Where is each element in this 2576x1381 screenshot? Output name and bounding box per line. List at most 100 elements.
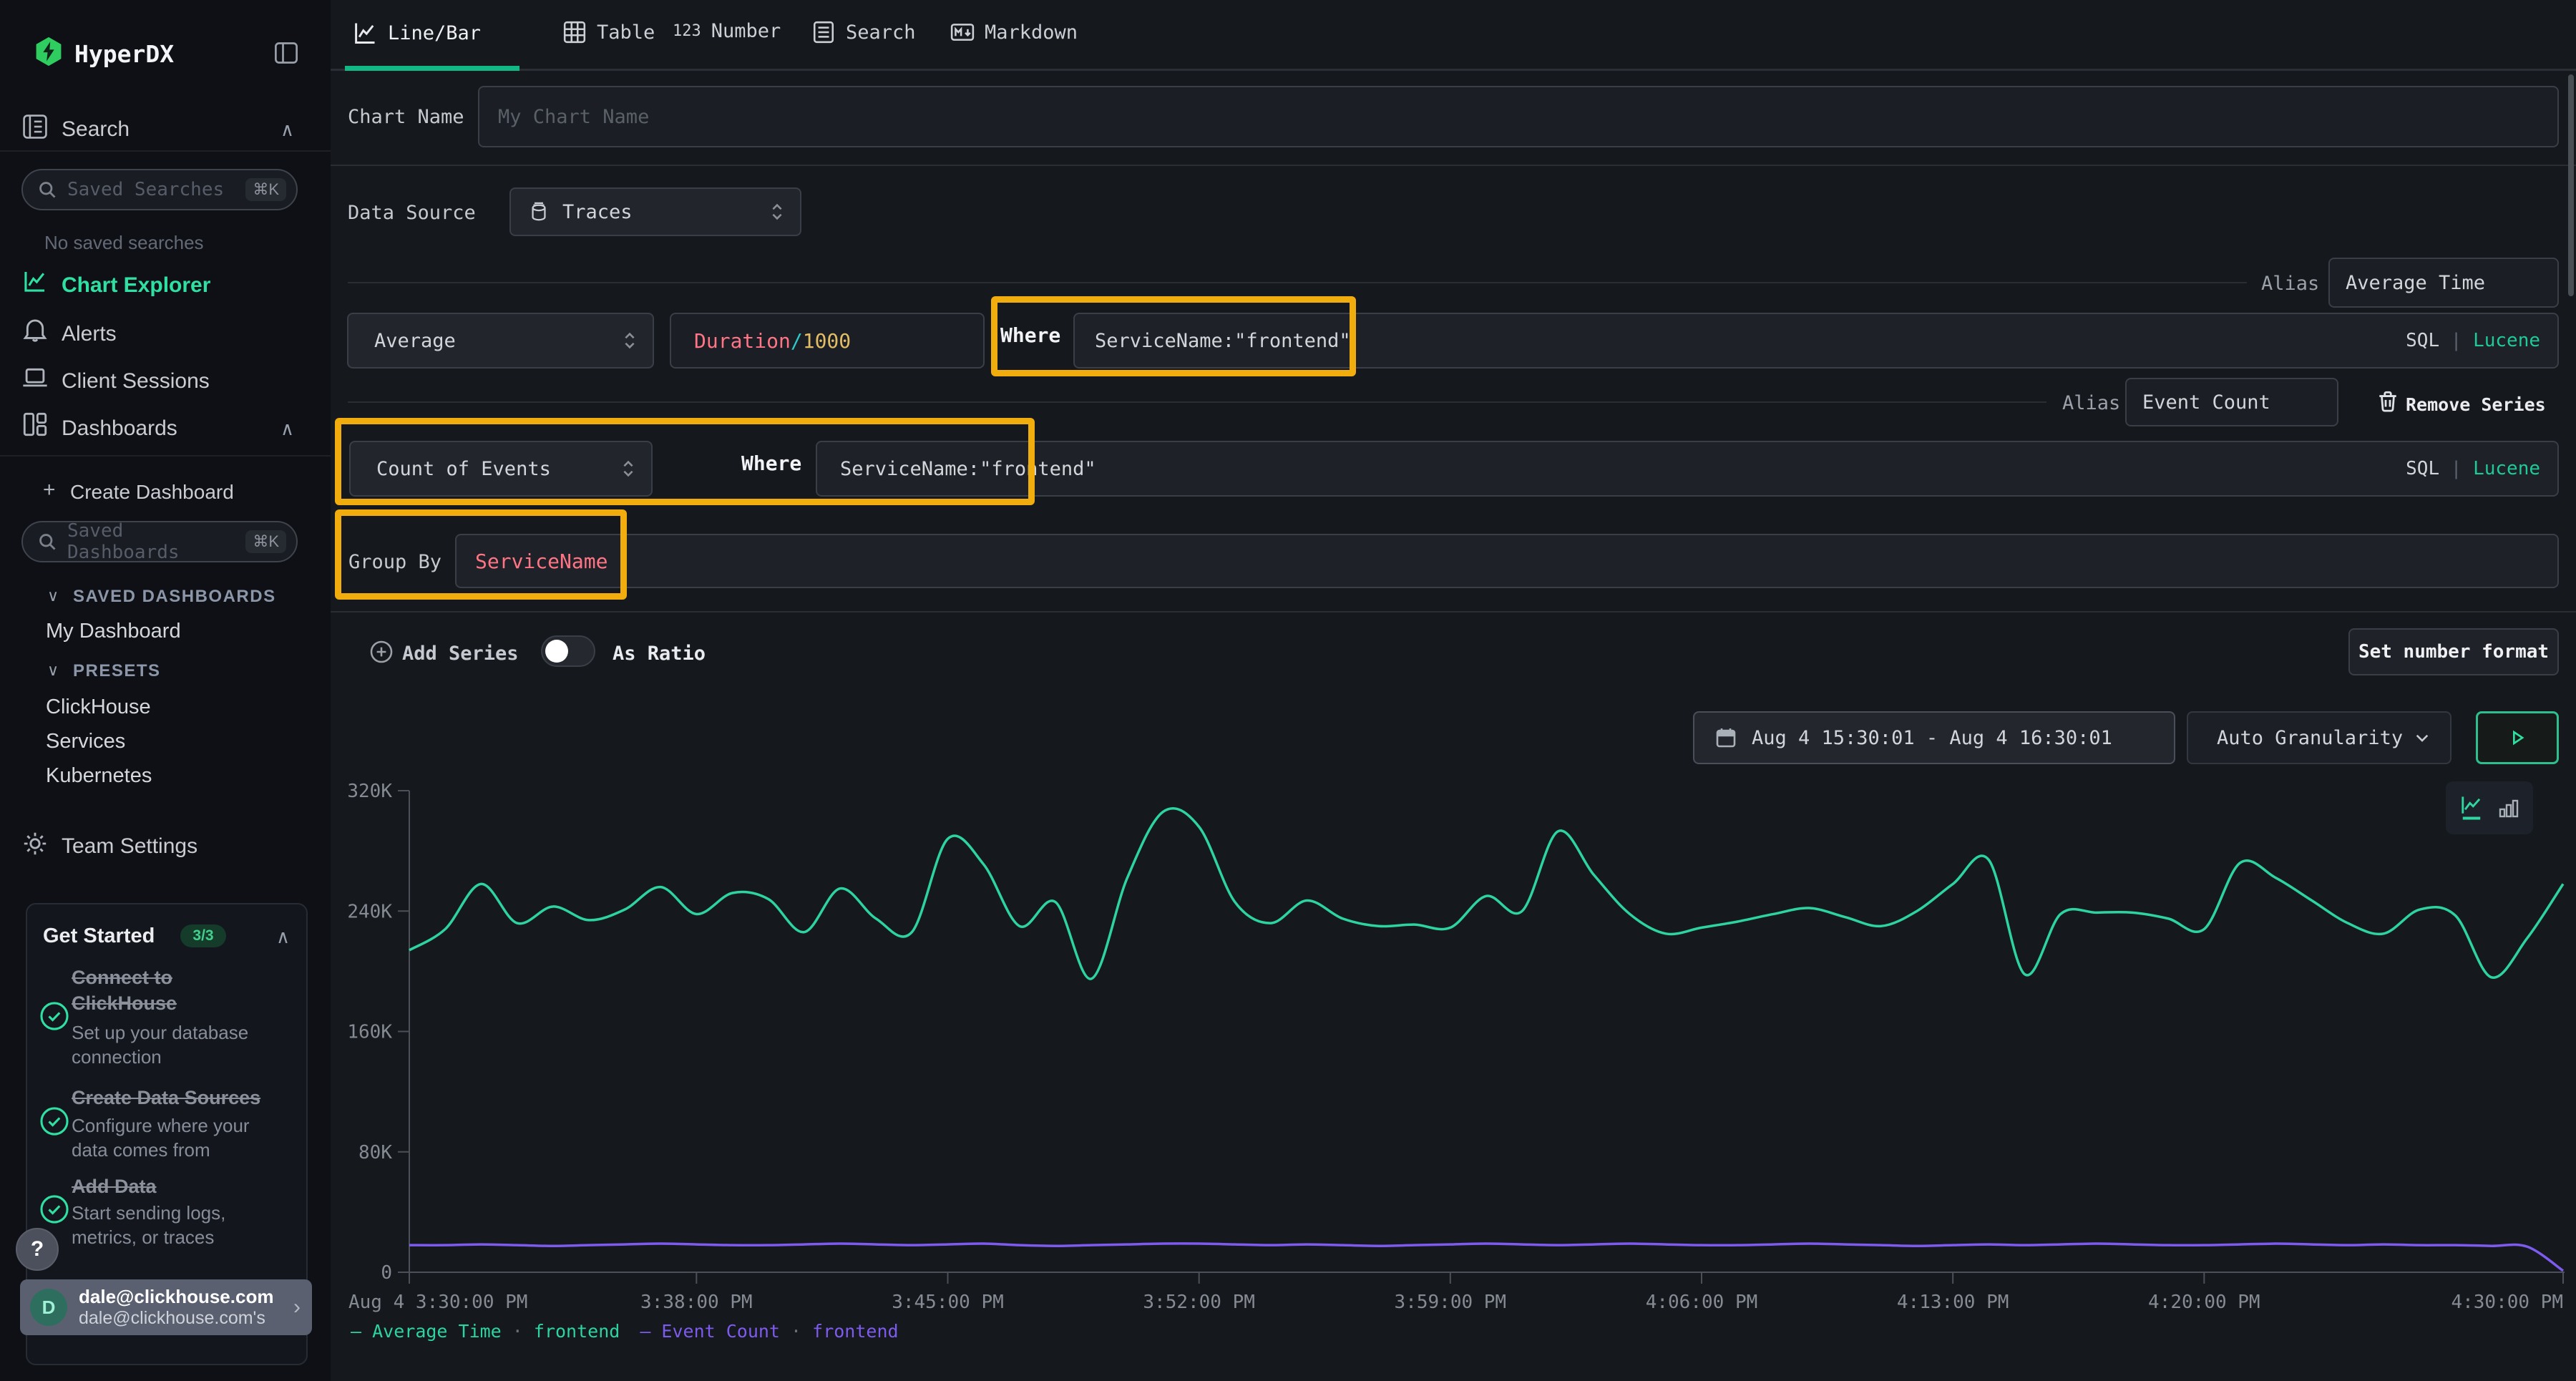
svg-text:4:30:00 PM: 4:30:00 PM (2451, 1292, 2563, 1313)
sidebar-item-client-sessions[interactable]: Client Sessions (62, 369, 210, 394)
gear-icon (21, 830, 49, 857)
chevron-updown-icon (621, 330, 638, 351)
svg-text:4:20:00 PM: 4:20:00 PM (2148, 1292, 2260, 1313)
number-123-icon: 123 (673, 22, 701, 40)
create-dashboard-button[interactable]: Create Dashboard (70, 481, 234, 504)
series1-aggregation-select[interactable]: Average (347, 313, 654, 369)
series2-aggregation-select[interactable]: Count of Events (349, 441, 653, 497)
check-circle-icon (39, 1000, 70, 1032)
svg-text:240K: 240K (347, 901, 392, 922)
get-started-title: Get Started (43, 924, 155, 948)
svg-text:Aug 4 3:30:00 PM: Aug 4 3:30:00 PM (348, 1292, 527, 1313)
chevron-up-icon[interactable]: ∧ (280, 119, 294, 141)
divider (0, 150, 331, 152)
chart-name-input[interactable]: My Chart Name (478, 86, 2559, 147)
divider (348, 282, 2247, 283)
series1-where-input[interactable]: ServiceName:"frontend" SQL | Lucene (1073, 313, 2559, 369)
markdown-icon (950, 20, 975, 44)
run-query-button[interactable] (2476, 711, 2559, 764)
check-circle-icon (39, 1194, 70, 1225)
svg-text:160K: 160K (347, 1022, 392, 1043)
tab-markdown[interactable]: Markdown (950, 20, 1078, 44)
sidebar-item-dashboards[interactable]: Dashboards (62, 416, 177, 441)
data-source-label: Data Source (348, 202, 476, 224)
series1-aggregation-value: Average (374, 330, 456, 352)
search-icon (37, 180, 57, 200)
series1-field-input[interactable]: Duration/1000 (670, 313, 985, 369)
app: HyperDX Search ∧ Saved Searches ⌘K No sa… (0, 0, 2576, 1381)
collapse-sidebar-icon[interactable] (273, 40, 299, 66)
sidebar-item-team-settings[interactable]: Team Settings (62, 834, 197, 859)
chevron-down-icon[interactable]: ∨ (47, 587, 59, 605)
set-number-format-button[interactable]: Set number format (2348, 628, 2559, 675)
shortcut-badge: ⌘K (245, 530, 286, 553)
tab-search[interactable]: Search (811, 20, 916, 44)
avatar: D (30, 1289, 67, 1326)
user-menu[interactable]: D dale@clickhouse.com dale@clickhouse.co… (20, 1279, 312, 1335)
bar-chart-icon[interactable] (2497, 796, 2520, 820)
dashboards-icon (21, 411, 49, 438)
help-label: ? (31, 1237, 44, 1262)
tab-label: Line/Bar (388, 22, 481, 44)
tab-number[interactable]: 123 Number (673, 20, 781, 42)
sidebar-item-chart-explorer[interactable]: Chart Explorer (62, 273, 210, 298)
sidebar-item-my-dashboard[interactable]: My Dashboard (46, 620, 181, 643)
plus-circle-icon[interactable] (369, 640, 394, 664)
series1-where-value: ServiceName:"frontend" (1095, 330, 1351, 352)
sidebar-item-search[interactable]: Search (62, 117, 130, 142)
brand-title: HyperDX (74, 40, 174, 68)
granularity-select[interactable]: Auto Granularity (2187, 711, 2451, 764)
svg-text:4:06:00 PM: 4:06:00 PM (1646, 1292, 1758, 1313)
series1-language-toggle[interactable]: SQL | Lucene (2406, 330, 2540, 351)
chevron-up-icon[interactable]: ∧ (276, 926, 290, 948)
series1-alias-value: Average Time (2346, 272, 2485, 294)
search-icon (37, 532, 57, 552)
get-started-badge: 3/3 (180, 924, 226, 947)
chevron-down-icon[interactable]: ∨ (47, 661, 59, 680)
play-icon (2507, 727, 2528, 748)
svg-text:3:38:00 PM: 3:38:00 PM (640, 1292, 753, 1313)
divider (348, 401, 2046, 403)
saved-dashboards-input[interactable]: Saved Dashboards ⌘K (21, 521, 298, 562)
database-icon (528, 201, 550, 223)
date-range-input[interactable]: Aug 4 15:30:01 - Aug 4 16:30:01 (1693, 711, 2175, 764)
granularity-value: Auto Granularity (2217, 727, 2403, 749)
tab-line-bar[interactable]: Line/Bar (352, 20, 481, 46)
svg-text:0: 0 (381, 1262, 392, 1284)
data-source-select[interactable]: Traces (509, 187, 801, 236)
trash-icon[interactable] (2376, 389, 2400, 414)
scrollbar-thumb[interactable] (2568, 74, 2574, 296)
sidebar-item-clickhouse[interactable]: ClickHouse (46, 696, 151, 719)
line-chart-icon (352, 20, 378, 46)
legend-item[interactable]: — Event Count · frontend (640, 1321, 898, 1342)
laptop-icon (21, 363, 49, 391)
sidebar-item-services[interactable]: Services (46, 730, 125, 753)
group-by-input[interactable]: ServiceName (455, 534, 2559, 588)
legend-item[interactable]: — Average Time · frontend (351, 1321, 620, 1342)
presets-header: PRESETS (73, 661, 161, 681)
add-series-button[interactable]: Add Series (402, 643, 519, 665)
tab-table[interactable]: Table (562, 20, 655, 44)
chevron-up-icon[interactable]: ∧ (280, 418, 294, 440)
saved-searches-input[interactable]: Saved Searches ⌘K (21, 169, 298, 210)
series1-alias-input[interactable]: Average Time (2328, 258, 2559, 308)
line-chart-icon[interactable] (2459, 794, 2484, 822)
tab-label: Markdown (985, 21, 1078, 44)
chevron-updown-icon (620, 458, 637, 479)
series2-language-toggle[interactable]: SQL | Lucene (2406, 458, 2540, 479)
alias-label: Alias (2062, 392, 2120, 414)
check-circle-icon (39, 1106, 70, 1137)
sidebar-item-alerts[interactable]: Alerts (62, 322, 117, 346)
chevron-updown-icon (769, 201, 786, 223)
help-button[interactable]: ? (16, 1228, 59, 1271)
divider (331, 165, 2576, 166)
as-ratio-toggle[interactable] (541, 635, 595, 667)
table-icon (562, 20, 587, 44)
sidebar-item-kubernetes[interactable]: Kubernetes (46, 764, 152, 788)
series2-alias-input[interactable]: Event Count (2125, 378, 2338, 426)
series2-where-input[interactable]: ServiceName:"frontend" SQL | Lucene (816, 441, 2559, 497)
remove-series-button[interactable]: Remove Series (2406, 394, 2546, 415)
alias-label: Alias (2261, 273, 2319, 295)
step-desc: Configure where your data comes from (72, 1113, 286, 1162)
bell-icon (21, 316, 49, 343)
